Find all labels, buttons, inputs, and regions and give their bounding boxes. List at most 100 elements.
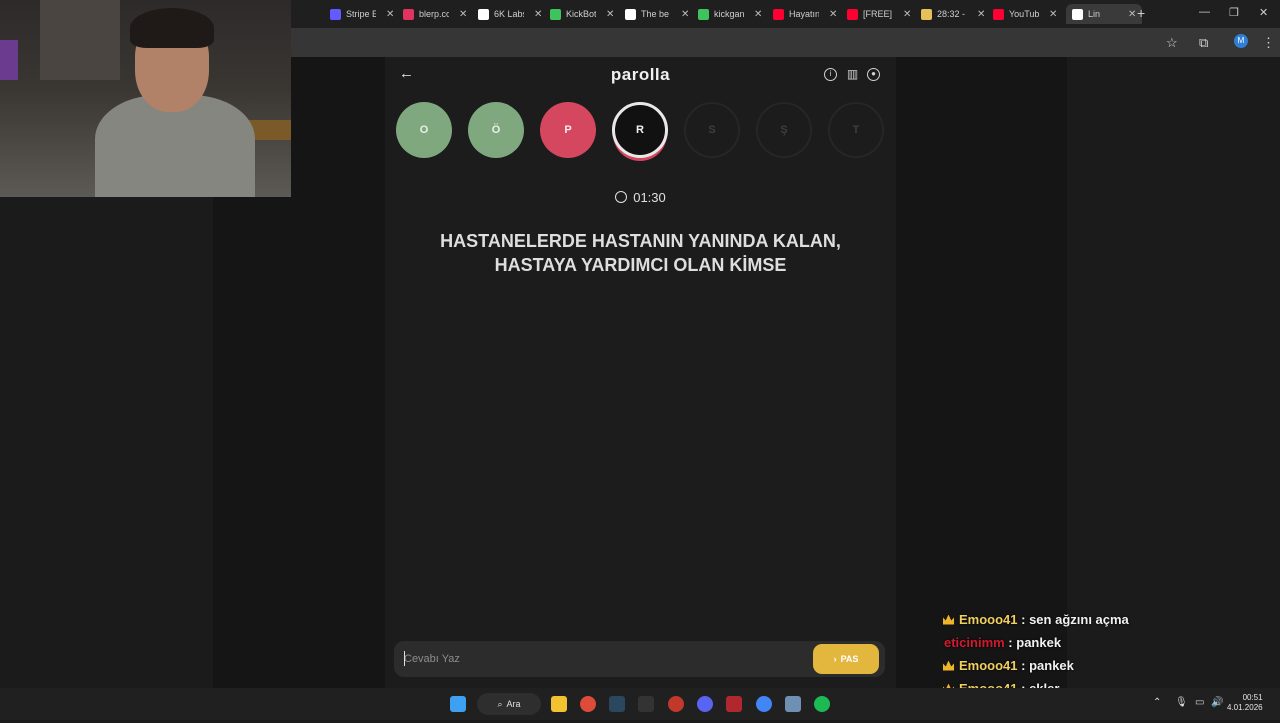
tab-close-icon[interactable]: ✕ [977, 9, 985, 20]
tab-title: Hayatın [789, 9, 819, 19]
file-explorer-icon[interactable] [551, 696, 567, 712]
chat-username: Emooo41 [959, 612, 1018, 627]
browser-tab[interactable]: Lin ✕ [1066, 4, 1143, 24]
crown-icon [943, 614, 954, 625]
tab-close-icon[interactable]: ✕ [606, 9, 614, 20]
clock-date: 4.01.2026 [1227, 703, 1263, 712]
restore-icon[interactable]: ❐ [1229, 6, 1239, 19]
epic-games-icon[interactable] [638, 696, 654, 712]
letter-circle-current: R [612, 102, 668, 158]
pass-button[interactable]: › PAS [813, 644, 879, 674]
microphone-icon[interactable]: 🎙 [1175, 697, 1188, 708]
extensions-icon[interactable]: ⧉ [1199, 35, 1208, 51]
app-icon[interactable] [668, 696, 684, 712]
letter-circle-done: Ö [468, 102, 524, 158]
chat-text: pankek [1029, 658, 1074, 673]
browser-menu-icon[interactable]: ⋮ [1262, 35, 1275, 51]
chrome-icon[interactable] [580, 696, 596, 712]
chat-text: pankek [1016, 635, 1062, 650]
info-icon[interactable]: i [824, 68, 837, 81]
browser-tab[interactable]: [FREE] ✕ [847, 4, 911, 24]
tab-title: Lin [1088, 9, 1101, 19]
obs-icon[interactable] [726, 696, 742, 712]
profile-avatar[interactable]: M [1234, 34, 1248, 48]
tab-favicon-icon [403, 8, 414, 20]
tab-favicon-icon [625, 8, 636, 20]
tab-title: KickBot [566, 9, 596, 19]
tab-favicon-icon [773, 8, 784, 20]
chat-text: sen ağzını açma [1029, 612, 1129, 627]
webcam-background [40, 0, 120, 80]
taskbar-search[interactable]: ⌕ Ara [477, 693, 541, 715]
browser-tab[interactable]: 28:32 - ✕ [921, 4, 985, 24]
windows-taskbar: ⌕ Ara ⌃ 🎙 ▭ 🔊 00:51 4.01.2026 [0, 688, 1280, 720]
tab-close-icon[interactable]: ✕ [459, 9, 467, 20]
tab-favicon-icon [847, 8, 858, 20]
question-text: HASTANELERDE HASTANIN YANINDA KALAN, HAS… [440, 231, 841, 275]
tab-close-icon[interactable]: ✕ [1049, 9, 1057, 20]
tab-close-icon[interactable]: ✕ [681, 9, 689, 20]
browser-tab[interactable]: Hayatın ✕ [773, 4, 837, 24]
tab-title: Stripe E [346, 9, 376, 19]
letter-circle-pending: Ş [756, 102, 812, 158]
tray-chevron-icon[interactable]: ⌃ [1153, 697, 1161, 708]
tab-favicon-icon [698, 8, 709, 20]
answer-bar: › PAS [394, 641, 885, 677]
browser-tab[interactable]: The be ✕ [625, 4, 689, 24]
stats-icon[interactable]: ▥ [846, 68, 859, 81]
browser-tab[interactable]: 6K Labs ✕ [478, 4, 542, 24]
volume-icon[interactable]: 🔊 [1211, 697, 1223, 708]
webcam-person-hair [130, 8, 214, 48]
chat-message: Emooo41 : sen ağzını açma [940, 608, 1270, 631]
tab-close-icon[interactable]: ✕ [534, 9, 542, 20]
steam-icon[interactable] [609, 696, 625, 712]
tab-close-icon[interactable]: ✕ [754, 9, 762, 20]
display-icon[interactable]: ▭ [1195, 697, 1204, 708]
close-window-icon[interactable]: ✕ [1259, 6, 1268, 19]
tab-close-icon[interactable]: ✕ [1128, 9, 1136, 20]
chat-separator: : [1017, 612, 1030, 627]
tab-title: [FREE] [863, 9, 893, 19]
crown-icon [943, 660, 954, 671]
minimize-icon[interactable]: — [1199, 6, 1210, 18]
game-header: ← parolla i ▥ ● [385, 57, 896, 93]
pass-button-label: PAS [840, 654, 859, 664]
tab-favicon-icon [1072, 8, 1083, 20]
network-app-icon[interactable] [785, 696, 801, 712]
new-tab-button[interactable]: + [1137, 5, 1145, 21]
clock-time: 00:51 [1242, 693, 1263, 702]
chat-username: Emooo41 [959, 658, 1018, 673]
chat-username: eticinimm [944, 635, 1005, 650]
browser-tab[interactable]: KickBot ✕ [550, 4, 614, 24]
discord-icon[interactable] [697, 696, 713, 712]
letter-circle-pending: T [828, 102, 884, 158]
webcam-overlay [0, 0, 291, 197]
tab-close-icon[interactable]: ✕ [829, 9, 837, 20]
tab-close-icon[interactable]: ✕ [386, 9, 394, 20]
tab-favicon-icon [478, 8, 489, 20]
timer: 01:30 [385, 190, 896, 205]
user-icon[interactable]: ● [867, 68, 880, 81]
browser-tab[interactable]: blerp.co ✕ [403, 4, 467, 24]
browser-tab[interactable]: Stripe E ✕ [330, 4, 394, 24]
chevron-right-icon: › [833, 654, 837, 664]
tab-close-icon[interactable]: ✕ [903, 9, 911, 20]
letter-circle-wrong: P [540, 102, 596, 158]
browser-tab[interactable]: kickgan ✕ [698, 4, 762, 24]
chrome-profile-icon[interactable] [756, 696, 772, 712]
spotify-icon[interactable] [814, 696, 830, 712]
letter-circle-pending: S [684, 102, 740, 158]
tab-title: 6K Labs [494, 9, 524, 19]
system-clock[interactable]: 00:51 4.01.2026 [1227, 693, 1263, 713]
tab-title: blerp.co [419, 9, 449, 19]
browser-tab[interactable]: YouTub ✕ [993, 4, 1057, 24]
chat-separator: : [1004, 635, 1017, 650]
search-label: Ara [506, 699, 521, 709]
game-panel: ← parolla i ▥ ● OÖPRSŞT 01:30 HASTANELER… [385, 57, 896, 688]
game-logo: parolla [610, 65, 671, 84]
answer-input[interactable] [404, 650, 784, 668]
tab-favicon-icon [330, 8, 341, 20]
bookmark-star-icon[interactable]: ☆ [1166, 35, 1178, 51]
tab-title: 28:32 - [937, 9, 966, 19]
start-icon[interactable] [450, 696, 466, 712]
